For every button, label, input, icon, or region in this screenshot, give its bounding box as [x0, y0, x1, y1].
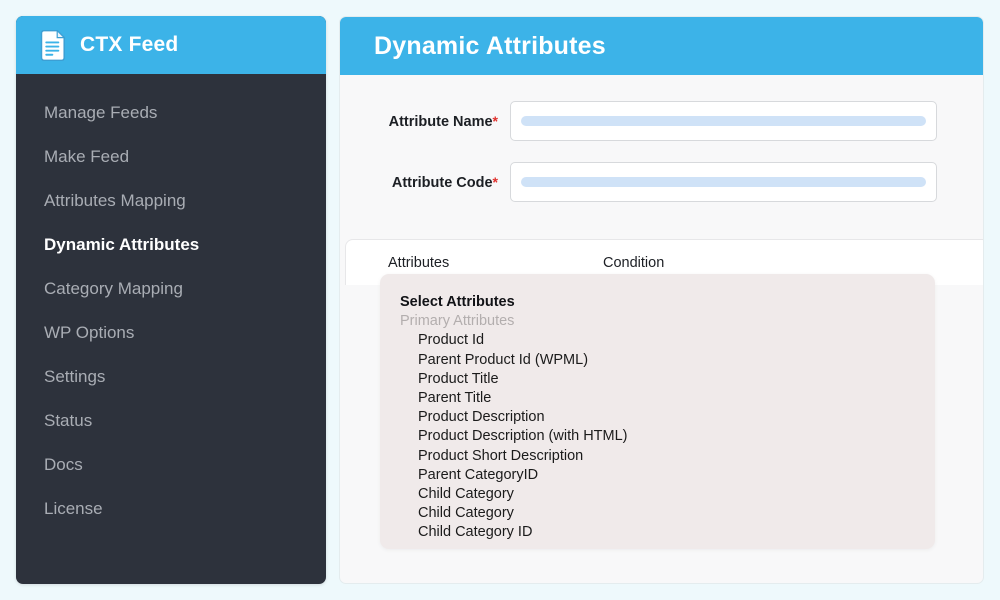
sidebar-item-license[interactable]: License	[16, 487, 326, 531]
attribute-code-row: Attribute Code*	[340, 162, 983, 202]
app-root: CTX Feed Manage Feeds Make Feed Attribut…	[0, 0, 1000, 600]
attribute-code-field[interactable]	[510, 162, 937, 202]
sidebar-nav: Manage Feeds Make Feed Attributes Mappin…	[16, 74, 326, 531]
column-header-attributes: Attributes	[388, 255, 450, 271]
sidebar-item-category-mapping[interactable]: Category Mapping	[16, 267, 326, 311]
required-asterisk: *	[492, 112, 498, 129]
dropdown-option-product-description-with-html[interactable]: Product Description (with HTML)	[380, 427, 935, 446]
dropdown-option-child-category-2[interactable]: Child Category	[380, 504, 935, 523]
brand-title: CTX Feed	[80, 33, 179, 56]
attribute-name-label-text: Attribute Name	[388, 113, 493, 130]
attribute-code-label-text: Attribute Code	[391, 174, 493, 191]
dropdown-option-product-title[interactable]: Product Title	[380, 370, 935, 389]
required-asterisk: *	[492, 173, 498, 190]
sidebar-brand-header: CTX Feed	[16, 16, 326, 74]
sidebar-item-settings[interactable]: Settings	[16, 355, 326, 399]
sidebar-item-attributes-mapping[interactable]: Attributes Mapping	[16, 179, 326, 223]
dropdown-option-product-short-description[interactable]: Product Short Description	[380, 447, 935, 466]
dropdown-option-parent-product-id-wpml[interactable]: Parent Product Id (WPML)	[380, 351, 935, 370]
attribute-code-label: Attribute Code*	[382, 174, 510, 191]
dropdown-option-child-category-id[interactable]: Child Category ID	[380, 523, 935, 542]
loading-skeleton-bar	[521, 177, 926, 187]
sidebar: CTX Feed Manage Feeds Make Feed Attribut…	[16, 16, 326, 584]
attribute-name-row: Attribute Name*	[340, 101, 983, 141]
dropdown-placeholder-option[interactable]: Select Attributes	[380, 293, 935, 312]
column-header-condition: Condition	[603, 255, 665, 271]
select-attributes-dropdown[interactable]: Select Attributes Primary Attributes Pro…	[380, 274, 935, 549]
sidebar-item-status[interactable]: Status	[16, 399, 326, 443]
attribute-name-label: Attribute Name*	[382, 113, 510, 130]
page-title: Dynamic Attributes	[374, 31, 606, 60]
dropdown-option-product-description[interactable]: Product Description	[380, 408, 935, 427]
dropdown-option-parent-title[interactable]: Parent Title	[380, 389, 935, 408]
sidebar-item-make-feed[interactable]: Make Feed	[16, 135, 326, 179]
dropdown-option-product-id[interactable]: Product Id	[380, 331, 935, 350]
sidebar-item-dynamic-attributes[interactable]: Dynamic Attributes	[16, 223, 326, 267]
attribute-name-field[interactable]	[510, 101, 937, 141]
attribute-form: Attribute Name* Attribute Code*	[340, 75, 983, 202]
dropdown-group-label-primary-attributes: Primary Attributes	[400, 313, 515, 330]
dropdown-option-parent-category-id[interactable]: Parent CategoryID	[380, 466, 935, 485]
sidebar-item-wp-options[interactable]: WP Options	[16, 311, 326, 355]
document-lines-icon	[40, 29, 66, 61]
sidebar-item-docs[interactable]: Docs	[16, 443, 326, 487]
dropdown-option-child-category[interactable]: Child Category	[380, 485, 935, 504]
main-panel-header: Dynamic Attributes	[340, 17, 983, 75]
sidebar-item-manage-feeds[interactable]: Manage Feeds	[16, 91, 326, 135]
loading-skeleton-bar	[521, 116, 926, 126]
